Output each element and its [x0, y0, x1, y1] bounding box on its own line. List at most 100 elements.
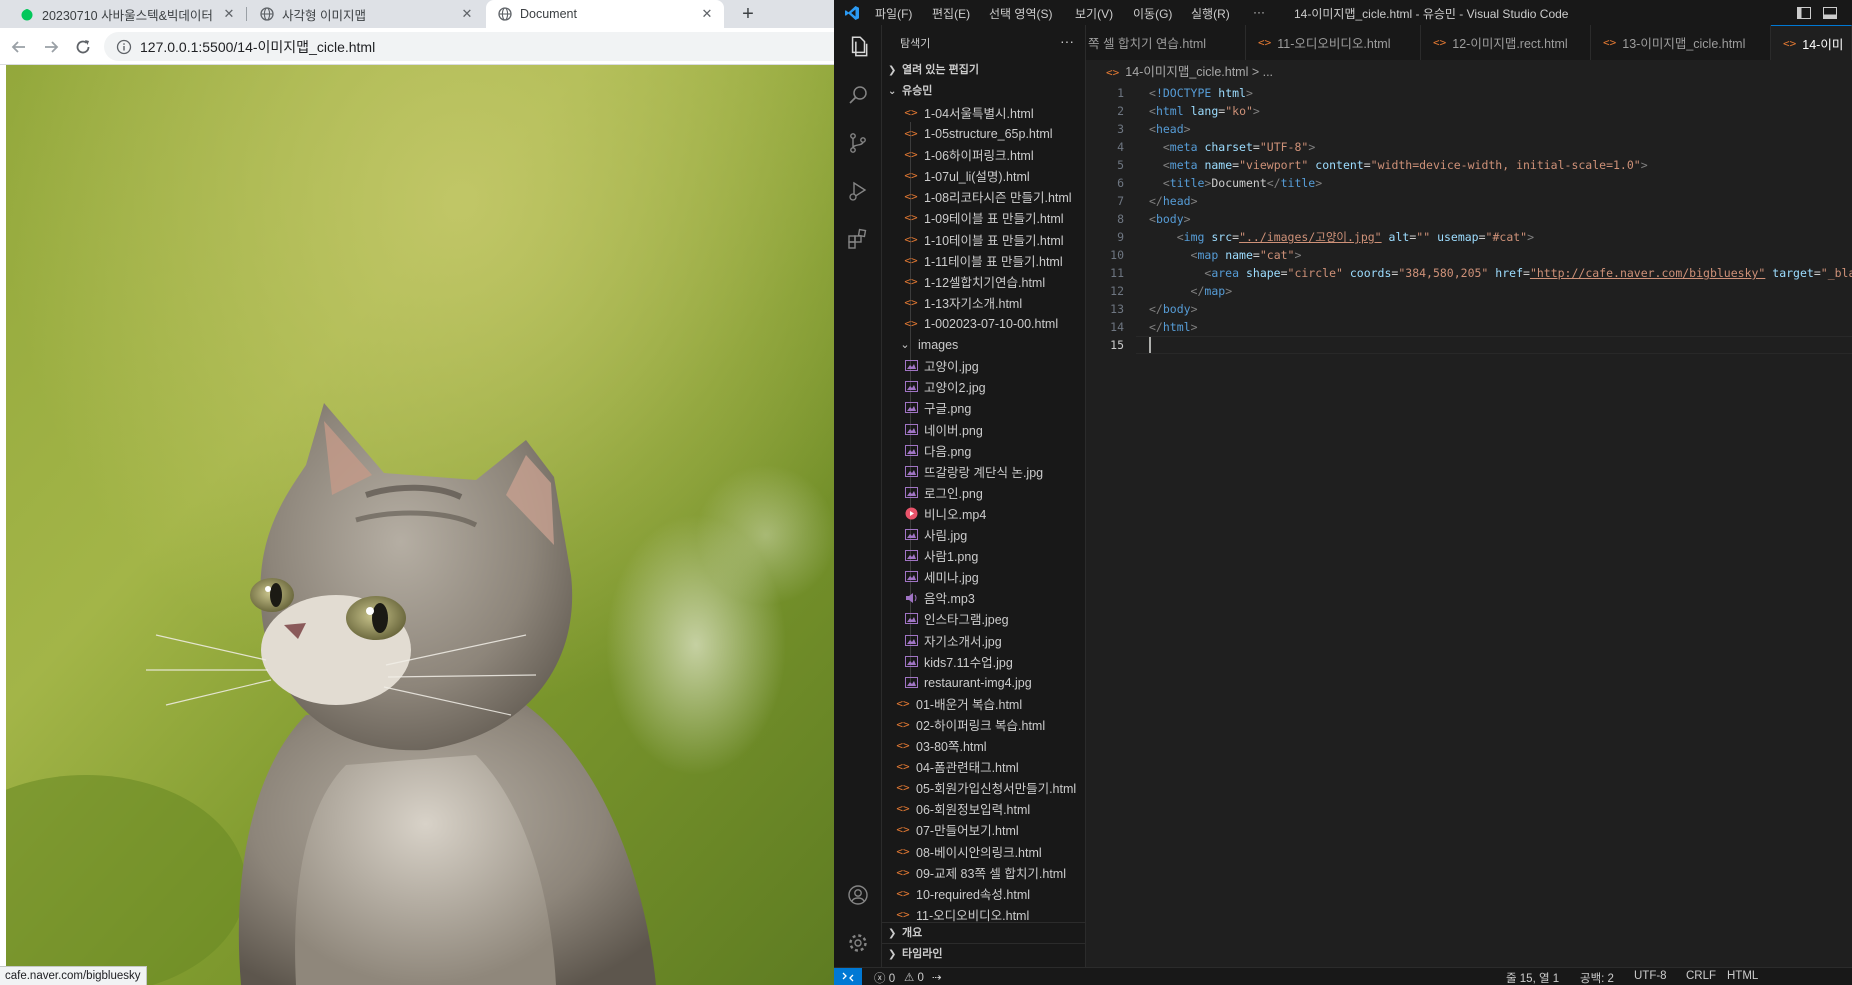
menu-go[interactable]: 이동(G): [1133, 5, 1172, 22]
file-item[interactable]: <> 1-13자기소개.html: [882, 292, 1085, 313]
file-item[interactable]: 인스타그램.jpeg: [882, 608, 1085, 629]
menu-run[interactable]: 실행(R): [1191, 5, 1230, 22]
toggle-panel-icon[interactable]: [1822, 5, 1838, 21]
file-item[interactable]: 비니오.mp4: [882, 503, 1085, 524]
open-editors-section[interactable]: ❯ 열려 있는 편집기: [882, 60, 1085, 80]
breadcrumb[interactable]: <> 14-이미지맵_cicle.html > ...: [1086, 61, 1852, 83]
back-arrow-icon[interactable]: [8, 36, 30, 58]
file-item[interactable]: <> 10-required속성.html: [882, 883, 1085, 904]
file-item[interactable]: <> 09-교제 83쪽 셀 합치기.html: [882, 862, 1085, 883]
file-item[interactable]: <> 01-배운거 복습.html: [882, 693, 1085, 714]
editor-tab[interactable]: 쪽 셀 합치기 연습.html: [1086, 25, 1246, 60]
folder-images[interactable]: ⌄ images: [882, 334, 1085, 355]
explorer-icon[interactable]: [842, 31, 874, 63]
address-bar[interactable]: 127.0.0.1:5500/14-이미지맵_cicle.html: [104, 32, 834, 61]
timeline-section[interactable]: ❯ 타임라인: [882, 943, 1085, 963]
gear-icon[interactable]: [842, 927, 874, 959]
explorer-more-button[interactable]: ···: [1060, 33, 1074, 49]
editor-tab[interactable]: <> 13-이미지맵_cicle.html: [1591, 25, 1771, 60]
file-item[interactable]: <> 1-08리코타시즌 만들기.html: [882, 186, 1085, 207]
editor-tab[interactable]: <> 12-이미지맵.rect.html: [1421, 25, 1591, 60]
file-item[interactable]: <> 03-80쪽.html: [882, 735, 1085, 756]
file-item[interactable]: <> 1-002023-07-10-00.html: [882, 313, 1085, 334]
file-item[interactable]: <> 06-회원정보입력.html: [882, 798, 1085, 819]
menu-more[interactable]: ···: [1253, 5, 1265, 19]
encoding-setting[interactable]: UTF-8: [1634, 970, 1667, 982]
browser-tab-2[interactable]: 사각형 이미지맵 ✕: [248, 0, 484, 28]
file-item[interactable]: <> 04-폼관련태그.html: [882, 756, 1085, 777]
file-item[interactable]: 음악.mp3: [882, 587, 1085, 608]
workspace-root[interactable]: ⌄ 유승민: [882, 81, 1085, 101]
info-icon[interactable]: [116, 39, 132, 55]
code-line-1: <!DOCTYPE html>: [1149, 86, 1253, 100]
file-item[interactable]: <> 08-베이시안의링크.html: [882, 841, 1085, 862]
file-item[interactable]: <> 1-07ul_li(설명).html: [882, 165, 1085, 186]
kitten-photo[interactable]: [6, 65, 834, 985]
close-icon[interactable]: ✕: [222, 7, 236, 21]
file-item[interactable]: 고양이2.jpg: [882, 376, 1085, 397]
file-item[interactable]: <> 1-11테이블 표 만들기.html: [882, 250, 1085, 271]
toggle-sidebar-icon[interactable]: [1796, 5, 1812, 21]
forward-arrow-icon[interactable]: [40, 36, 62, 58]
html-file-icon: <>: [1603, 36, 1617, 49]
extensions-icon[interactable]: [842, 223, 874, 255]
file-item[interactable]: <> 05-회원가입신청서만들기.html: [882, 777, 1085, 798]
file-item[interactable]: 네이버.png: [882, 419, 1085, 440]
file-item[interactable]: <> 1-04서울특별시.html: [882, 102, 1085, 123]
browser-window: 20230710 사바울스텍&빅데이터 ✕ 사각형 이미지맵 ✕ Documen…: [0, 0, 834, 985]
image-file-icon: [904, 655, 918, 669]
menu-edit[interactable]: 편집(E): [932, 5, 970, 22]
errors-indicator[interactable]: ⓧ 0: [874, 970, 895, 985]
file-item[interactable]: <> 1-10테이블 표 만들기.html: [882, 229, 1085, 250]
reload-icon[interactable]: [72, 36, 94, 58]
new-tab-button[interactable]: +: [737, 3, 759, 25]
port-forward-icon[interactable]: ⇢: [932, 970, 942, 984]
tab-divider: [246, 7, 247, 21]
file-item[interactable]: <> 07-만들어보기.html: [882, 819, 1085, 840]
editor-tab[interactable]: <> 11-오디오비디오.html: [1246, 25, 1421, 60]
code-line-3: <head>: [1149, 122, 1191, 136]
menu-view[interactable]: 보기(V): [1075, 5, 1113, 22]
code-line-6: <title>Document</title>: [1162, 176, 1323, 190]
file-item[interactable]: 사림.jpg: [882, 524, 1085, 545]
cursor-position[interactable]: 줄 15, 열 1: [1506, 970, 1559, 985]
editor-tab-label: 쪽 셀 합치기 연습.html: [1088, 37, 1207, 51]
file-item[interactable]: <> 02-하이퍼링크 복습.html: [882, 714, 1085, 735]
accounts-icon[interactable]: [842, 879, 874, 911]
file-item[interactable]: 구글.png: [882, 397, 1085, 418]
menu-selection[interactable]: 선택 영역(S): [989, 5, 1053, 22]
line-number: 11: [1110, 266, 1124, 280]
remote-indicator[interactable]: [834, 968, 862, 985]
indentation-setting[interactable]: 공백: 2: [1580, 970, 1614, 985]
menu-file[interactable]: 파일(F): [875, 5, 912, 22]
file-item[interactable]: restaurant-img4.jpg: [882, 672, 1085, 693]
file-item[interactable]: <> 1-05structure_65p.html: [882, 123, 1085, 144]
file-item[interactable]: 로그인.png: [882, 482, 1085, 503]
close-icon[interactable]: ✕: [460, 7, 474, 21]
file-item[interactable]: <> 1-09테이블 표 만들기.html: [882, 207, 1085, 228]
file-item[interactable]: 뜨갈랑랑 계단식 논.jpg: [882, 461, 1085, 482]
run-debug-icon[interactable]: [842, 175, 874, 207]
file-item[interactable]: <> 1-06하이퍼링크.html: [882, 144, 1085, 165]
file-item[interactable]: kids7.11수업.jpg: [882, 651, 1085, 672]
globe-icon: [260, 7, 274, 21]
line-number: 7: [1117, 194, 1124, 208]
file-item[interactable]: 사람1.png: [882, 545, 1085, 566]
file-item[interactable]: 자기소개서.jpg: [882, 630, 1085, 651]
code-editor[interactable]: 1 2 3 4 5 6 7 8 9 10 11 12 13 14 15 <!DOCTYPE html> <h…: [1086, 84, 1852, 964]
close-icon[interactable]: ✕: [700, 7, 714, 21]
source-control-icon[interactable]: [842, 127, 874, 159]
file-item[interactable]: 세미나.jpg: [882, 566, 1085, 587]
file-item[interactable]: 다음.png: [882, 440, 1085, 461]
outline-section[interactable]: ❯ 개요: [882, 922, 1085, 942]
file-item[interactable]: 고양이.jpg: [882, 355, 1085, 376]
browser-tab-3[interactable]: Document ✕: [486, 0, 724, 28]
editor-tab-active[interactable]: <> 14-이미: [1771, 25, 1852, 60]
browser-tab-1[interactable]: 20230710 사바울스텍&빅데이터 ✕: [8, 0, 246, 28]
language-mode[interactable]: HTML: [1727, 970, 1758, 982]
warnings-indicator[interactable]: ⚠ 0: [904, 970, 924, 984]
eol-setting[interactable]: CRLF: [1686, 970, 1716, 982]
file-item[interactable]: <> 1-12셀합치기연습.html: [882, 271, 1085, 292]
browser-tab-3-title: Document: [520, 7, 577, 21]
search-icon[interactable]: [842, 79, 874, 111]
